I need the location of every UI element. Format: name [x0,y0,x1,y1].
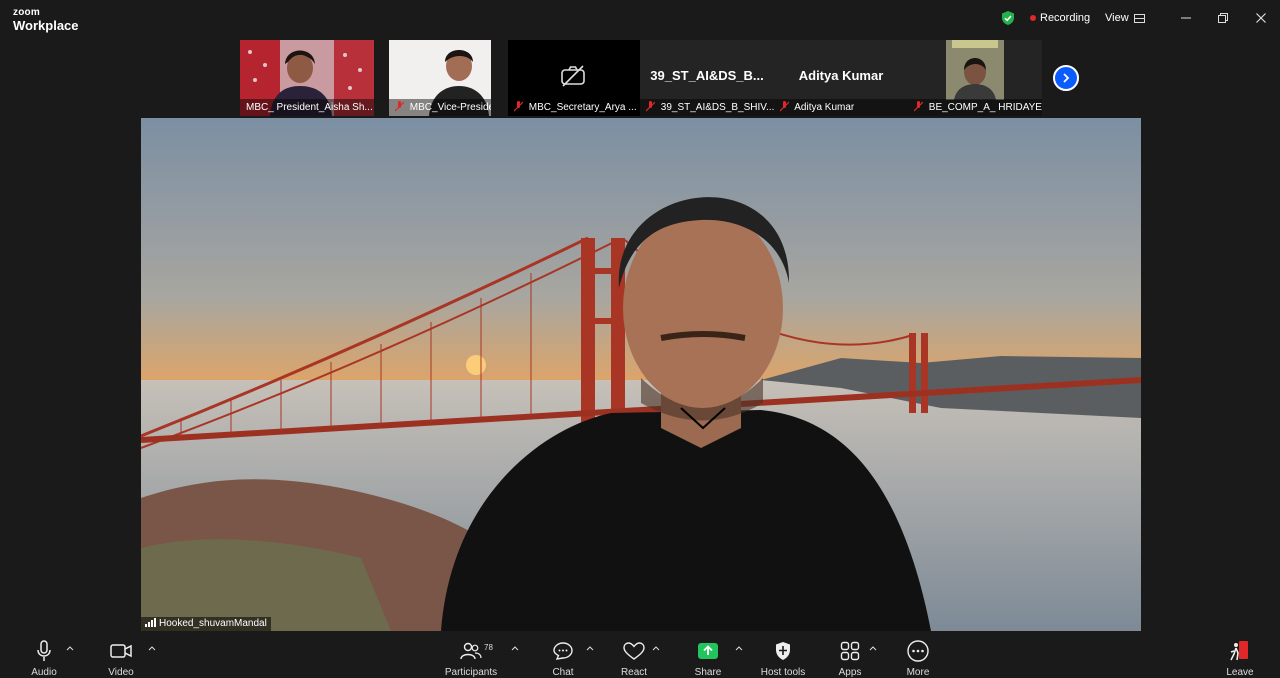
participants-icon [460,642,482,660]
microphone-icon [37,640,51,661]
mic-muted-icon [646,101,655,112]
participant-count-badge: 78 [484,643,493,652]
chevron-right-icon [1063,73,1070,83]
mic-muted-icon [395,101,404,112]
more-button[interactable]: More [898,639,938,678]
speaker-name-label: Hooked_shuvamMandal [141,617,271,631]
camera-off-icon [561,65,585,87]
participant-video [946,40,1004,100]
brand-large: Workplace [13,18,79,33]
more-ellipsis-icon [907,640,929,662]
participant-tile[interactable]: 39_ST_AI&DS_B... 39_ST_AI&DS_B_SHIV... [640,40,774,116]
participant-tile[interactable]: MBC_Secretary_Arya ... [508,40,640,116]
audio-options-chevron-up-icon[interactable] [66,645,74,651]
participant-strip: MBC_ President_Aisha Sh... MBC_Vice-Pres… [240,40,1042,116]
participant-tile[interactable]: Aditya Kumar Aditya Kumar [774,40,908,116]
participant-display-name: 39_ST_AI&DS_B... [650,68,764,83]
participant-tile[interactable]: MBC_Vice-President_P... [389,40,491,116]
view-grid-icon [1133,13,1145,23]
participant-tile[interactable]: MBC_ President_Aisha Sh... [240,40,374,116]
participant-name: BE_COMP_A_ HRIDAYE... [908,99,1042,116]
virtual-background [141,118,1141,631]
share-button[interactable]: Share [688,639,728,678]
participant-display-name: Aditya Kumar [798,68,884,83]
recording-label: Recording [1040,12,1091,24]
participant-name: Aditya Kumar [774,99,908,116]
leave-door-icon [1230,641,1248,661]
participant-name: MBC_ President_Aisha Sh... [240,99,374,116]
title-bar: zoom Workplace Recording View [0,0,1280,36]
close-icon[interactable] [1253,10,1269,26]
share-screen-icon [698,643,718,659]
meeting-toolbar: Audio Video Participants 78 Chat React S… [0,631,1280,678]
next-page-button[interactable] [1053,65,1079,91]
react-options-chevron-up-icon[interactable] [652,645,660,651]
brand-small: zoom [13,7,40,18]
participant-name: MBC_Vice-President_P... [389,99,491,116]
minimize-icon[interactable] [1178,10,1194,26]
app-logo: zoom Workplace [13,7,79,33]
leave-button[interactable]: Leave [1222,639,1258,678]
restore-icon[interactable] [1215,10,1231,26]
apps-options-chevron-up-icon[interactable] [869,645,877,651]
chat-button[interactable]: Chat [543,639,583,678]
apps-button[interactable]: Apps [830,639,870,678]
video-options-chevron-up-icon[interactable] [148,645,156,651]
participants-options-chevron-up-icon[interactable] [511,645,519,651]
host-tools-button[interactable]: Host tools [757,639,809,678]
signal-strength-icon [145,618,156,627]
security-shield-icon[interactable] [1000,10,1016,26]
chat-bubble-icon [553,642,573,660]
mic-muted-icon [514,101,523,112]
active-speaker-video: Hooked_shuvamMandal [141,118,1141,631]
react-button[interactable]: React [614,639,654,678]
participant-name: 39_ST_AI&DS_B_SHIV... [640,99,774,116]
view-button[interactable]: View [1105,12,1145,24]
participant-name: MBC_Secretary_Arya ... [508,99,640,116]
host-tools-shield-icon [776,642,790,660]
recording-indicator[interactable]: Recording [1030,12,1090,24]
heart-react-icon [623,642,645,660]
view-label: View [1105,12,1129,24]
record-dot-icon [1030,15,1036,21]
video-button[interactable]: Video [101,639,141,678]
share-options-chevron-up-icon[interactable] [735,645,743,651]
audio-button[interactable]: Audio [24,639,64,678]
mic-muted-icon [780,101,789,112]
video-camera-icon [110,644,132,658]
apps-icon [840,641,860,661]
mic-muted-icon [914,101,923,112]
participant-tile[interactable]: BE_COMP_A_ HRIDAYE... [908,40,1042,116]
chat-options-chevron-up-icon[interactable] [586,645,594,651]
